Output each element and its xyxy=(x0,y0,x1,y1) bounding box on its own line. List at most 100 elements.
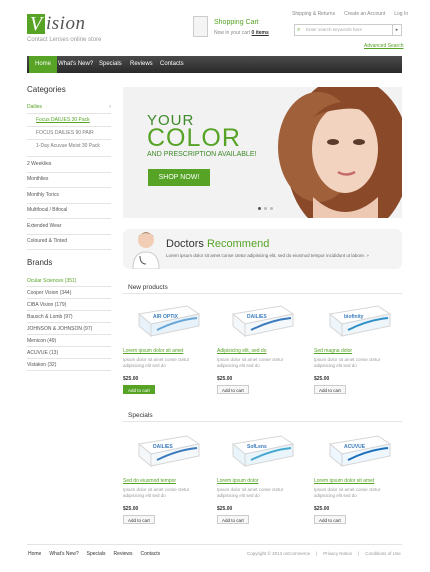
product-image[interactable] xyxy=(227,302,299,340)
product-price: $25.00 xyxy=(217,506,233,512)
footer-whats-new-link[interactable]: What's New? xyxy=(49,551,78,557)
login-link[interactable]: Log In xyxy=(394,11,408,17)
add-to-cart-button[interactable]: Add to cart xyxy=(314,515,346,524)
product-description: Ipsum dolor sit amet conse ctetur adipis… xyxy=(314,487,381,498)
nav-specials[interactable]: Specials xyxy=(93,56,128,73)
separator: | xyxy=(316,551,318,556)
banner-line-2: COLOR xyxy=(147,124,241,152)
category-item[interactable]: Monthly Torics xyxy=(27,189,111,204)
product-price: $25.00 xyxy=(123,506,139,512)
logo-text[interactable]: ision xyxy=(46,14,85,34)
category-item[interactable]: Dailies › xyxy=(27,101,111,114)
add-to-cart-button[interactable]: Add to cart xyxy=(314,385,346,394)
product-description: Ipsum dolor sit amet conse ctetur adipis… xyxy=(217,487,284,498)
footer-links: Home What's New? Specials Reviews Contac… xyxy=(28,551,160,557)
category-item[interactable]: Monthlies xyxy=(27,173,111,188)
product-image[interactable] xyxy=(227,432,299,470)
cart-summary-label: Now in your cart xyxy=(214,30,251,36)
brand-item[interactable]: Bausch & Lomb (97) xyxy=(27,311,111,323)
cart-item-count[interactable]: 0 items xyxy=(252,30,269,36)
slider-dot[interactable] xyxy=(270,207,273,210)
new-products-heading: New products xyxy=(128,284,168,291)
product-price: $25.00 xyxy=(314,376,330,382)
search-submit-button[interactable]: ▸ xyxy=(392,25,401,35)
create-account-link[interactable]: Create an Account xyxy=(344,11,385,17)
add-to-cart-button[interactable]: Add to cart xyxy=(217,515,249,524)
product-brand-label: SofLens xyxy=(247,444,267,450)
product-image[interactable] xyxy=(324,432,396,470)
category-item[interactable]: 2 Weeklies xyxy=(27,158,111,173)
doctors-title-part: Doctors xyxy=(166,238,204,250)
product-name[interactable]: Sed do eiusmod tempor xyxy=(123,478,191,484)
slider-dot[interactable] xyxy=(264,207,267,210)
category-item[interactable]: 1-Day Acuvue Moist 30 Pack xyxy=(27,140,111,157)
footer-contacts-link[interactable]: Contacts xyxy=(140,551,160,557)
shopping-bag-icon[interactable] xyxy=(193,16,208,37)
cart-summary: Now in your cart 0 items xyxy=(214,30,269,36)
doctors-recommend-text[interactable]: Lorem ipsum dolor sit amet conse ctetur … xyxy=(166,253,396,258)
brand-item[interactable]: Menicon (49) xyxy=(27,335,111,347)
footer-home-link[interactable]: Home xyxy=(28,551,41,557)
product-image[interactable] xyxy=(324,302,396,340)
product-brand-label: AIR OPTIX xyxy=(153,314,179,320)
product-name[interactable]: Lorem ipsum dolor sit amet xyxy=(314,478,382,484)
divider xyxy=(123,421,402,422)
category-item[interactable]: Multifocal / Bifocal xyxy=(27,204,111,219)
brand-item[interactable]: ACUVUE (13) xyxy=(27,347,111,359)
category-item[interactable]: Coloured & Tinted xyxy=(27,235,111,250)
search-placeholder: Enter search keywords here xyxy=(306,27,363,32)
specials-heading: Specials xyxy=(128,412,153,419)
product-description: Ipsum dolor sit amet conse ctetur adipis… xyxy=(123,357,190,368)
category-item[interactable]: Extended Wear xyxy=(27,220,111,235)
product-brand-label: biofinity xyxy=(344,314,364,320)
category-item[interactable]: FOCUS DAILIES 90 PAIR xyxy=(27,127,111,140)
recommend-title-part: Recommend xyxy=(206,238,270,250)
product-description: Ipsum dolor sit amet conse ctetur adipis… xyxy=(217,357,284,368)
privacy-link[interactable]: Privacy Notice xyxy=(323,551,352,556)
product-image[interactable] xyxy=(133,302,205,340)
footer-divider xyxy=(27,544,402,545)
brand-item[interactable]: Cooper Vision (344) xyxy=(27,287,111,299)
brand-item[interactable]: CIBA Vision (179) xyxy=(27,299,111,311)
top-links: Shipping & Returns Create an Account Log… xyxy=(292,11,408,17)
brand-item[interactable]: JOHNSON & JOHNSON (97) xyxy=(27,323,111,335)
search-icon: ⌕ xyxy=(297,27,301,33)
add-to-cart-button[interactable]: Add to cart xyxy=(217,385,249,394)
logo-mark[interactable]: V xyxy=(27,14,45,34)
add-to-cart-button[interactable]: Add to cart xyxy=(123,385,155,394)
product-price: $25.00 xyxy=(217,376,233,382)
product-brand-label: DAILIES xyxy=(247,314,267,320)
product-brand-label: DAILIES xyxy=(153,444,173,450)
conditions-link[interactable]: Conditions of Use xyxy=(365,551,401,556)
product-name[interactable]: Sed magna dolor xyxy=(314,348,382,354)
brand-item[interactable]: Vistakon (32) xyxy=(27,359,111,371)
cart-title[interactable]: Shopping Cart xyxy=(214,19,259,26)
doctors-recommend-title: Doctors Recommend xyxy=(166,238,269,250)
nav-contacts[interactable]: Contacts xyxy=(154,56,190,73)
separator: | xyxy=(358,551,360,556)
shipping-returns-link[interactable]: Shipping & Returns xyxy=(292,11,335,17)
product-price: $25.00 xyxy=(314,506,330,512)
product-name[interactable]: Adipisicing elit, sed do xyxy=(217,348,285,354)
product-name[interactable]: Lorem ipsum dolor sit amet xyxy=(123,348,191,354)
brand-item[interactable]: Ocular Sciences (351) xyxy=(27,275,111,287)
product-price: $25.00 xyxy=(123,376,139,382)
product-image[interactable] xyxy=(133,432,205,470)
product-name[interactable]: Lorem ipsum dolor xyxy=(217,478,285,484)
slider-pagination xyxy=(258,207,273,210)
advanced-search-link[interactable]: Advanced Search xyxy=(364,43,403,49)
footer-reviews-link[interactable]: Reviews xyxy=(114,551,133,557)
category-item[interactable]: Focus DAILIES 30 Pack xyxy=(27,114,111,127)
product-description: Ipsum dolor sit amet conse ctetur adipis… xyxy=(314,357,381,368)
doctor-avatar-icon xyxy=(132,232,160,269)
banner-line-3: AND PRESCRIPTION AVAILABLE! xyxy=(147,151,257,158)
categories-heading: Categories xyxy=(27,85,66,94)
product-brand-label: ACUVUE xyxy=(344,444,366,450)
shop-now-button[interactable]: SHOP NOW! xyxy=(148,169,210,186)
divider xyxy=(123,293,402,294)
footer-specials-link[interactable]: Specials xyxy=(87,551,106,557)
brands-heading: Brands xyxy=(27,258,53,267)
footer-copyright: Copyright © 2013 osCommerce | Privacy No… xyxy=(247,551,401,556)
slider-dot[interactable] xyxy=(258,207,261,210)
add-to-cart-button[interactable]: Add to cart xyxy=(123,515,155,524)
